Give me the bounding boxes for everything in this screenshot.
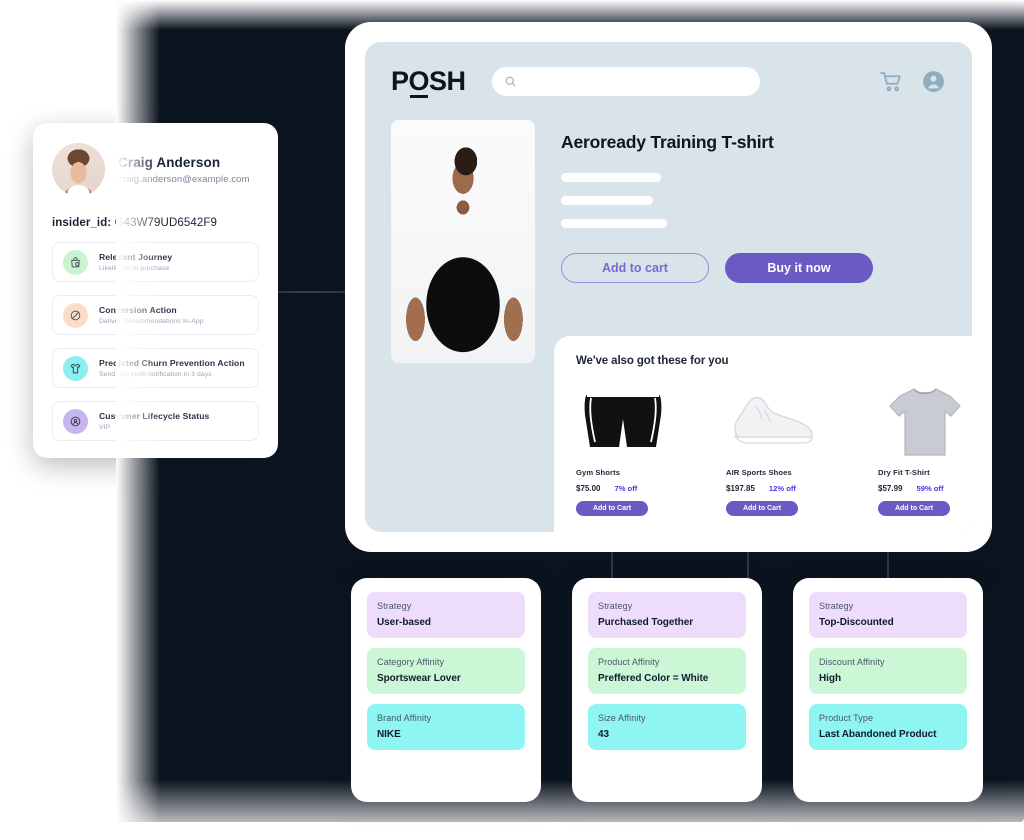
recommendation-heading: We've also got these for you: [576, 355, 729, 367]
strategy-block: Strategy Top-Discounted: [809, 592, 967, 638]
no-discount-icon: [63, 302, 88, 328]
user-target-icon: [63, 408, 88, 434]
gym-shorts-image: [576, 379, 670, 464]
strategy-block: Discount Affinity High: [809, 648, 967, 694]
strategy-block: Strategy Purchased Together: [588, 592, 746, 638]
logo-part-3: SH: [429, 65, 466, 96]
strategy-block: Product Affinity Preffered Color = White: [588, 648, 746, 694]
recommendation-add-to-cart-button[interactable]: Add to Cart: [576, 501, 648, 516]
cart-icon[interactable]: [879, 69, 904, 94]
account-icon[interactable]: [921, 69, 946, 94]
recommendation-add-to-cart-button[interactable]: Add to Cart: [726, 501, 798, 516]
recommendation-pricing: $197.85 12% off: [726, 484, 822, 493]
buy-it-now-button[interactable]: Buy it now: [725, 253, 873, 283]
strategy-block: Strategy User-based: [367, 592, 525, 638]
recommendation-panel: We've also got these for you Gym Shorts: [554, 336, 972, 532]
posh-logo[interactable]: POSH: [391, 65, 466, 98]
recommendation-name: AIR Sports Shoes: [726, 468, 792, 477]
add-to-cart-button[interactable]: Add to cart: [561, 253, 709, 283]
strategy-panel-top-discounted: Strategy Top-Discounted Discount Affinit…: [793, 578, 983, 802]
model-photo: [391, 120, 535, 363]
strategy-panel-user-based: Strategy User-based Category Affinity Sp…: [351, 578, 541, 802]
recommendation-discount: 7% off: [614, 484, 638, 493]
search-input[interactable]: [524, 75, 748, 87]
strategy-block-value: Sportswear Lover: [377, 673, 461, 684]
product-actions: Add to cart Buy it now: [561, 253, 946, 283]
backdrop-fade-left: [116, 0, 160, 822]
strategy-block-value: Last Abandoned Product: [819, 729, 937, 740]
strategy-block-label: Discount Affinity: [819, 657, 885, 667]
strategy-block-label: Product Affinity: [598, 657, 660, 667]
description-placeholder-line: [561, 196, 653, 205]
recommendation-name: Gym Shorts: [576, 468, 621, 477]
recommendation-discount: 12% off: [768, 484, 796, 493]
recommendation-item[interactable]: AIR Sports Shoes $197.85 12% off Add to …: [726, 379, 822, 516]
recommendation-list: Gym Shorts $75.00 7% off Add to Cart AIR…: [576, 379, 972, 516]
strategy-panel-purchased-together: Strategy Purchased Together Product Affi…: [572, 578, 762, 802]
strategy-block: Category Affinity Sportswear Lover: [367, 648, 525, 694]
recommendation-price: $75.00: [576, 484, 601, 493]
diagram-canvas: Craig Anderson craig.anderson@example.co…: [0, 0, 1024, 840]
description-placeholder-line: [561, 219, 667, 228]
description-placeholder-line: [561, 173, 661, 182]
strategy-block-value: High: [819, 673, 842, 684]
backdrop-fade-top: [116, 0, 1024, 30]
strategy-block-value: User-based: [377, 617, 431, 628]
recommendation-name: Dry Fit T-Shirt: [878, 468, 930, 477]
shop-header: POSH: [365, 42, 972, 120]
product-info: Aeroready Training T-shirt Add to cart B…: [561, 120, 946, 363]
recommendation-item[interactable]: Dry Fit T-Shirt $57.99 59% off Add to Ca…: [878, 379, 972, 516]
recommendation-price: $197.85: [726, 484, 755, 493]
shop-viewport: POSH Aeroready Training T-shirt Add to c…: [365, 42, 972, 532]
shop-browser-card: POSH Aeroready Training T-shirt Add to c…: [345, 22, 992, 552]
strategy-block-label: Size Affinity: [598, 713, 646, 723]
strategy-block-label: Strategy: [819, 601, 854, 611]
recommendation-item[interactable]: Gym Shorts $75.00 7% off Add to Cart: [576, 379, 670, 516]
dry-fit-tshirt-image: [878, 379, 972, 464]
strategy-block: Brand Affinity NIKE: [367, 704, 525, 750]
avatar: [52, 143, 105, 196]
insider-id-label: insider_id:: [52, 217, 112, 229]
recommendation-price: $57.99: [878, 484, 903, 493]
recommendation-pricing: $75.00 7% off: [576, 484, 670, 493]
recommendation-discount: 59% off: [916, 484, 944, 493]
search-bar[interactable]: [491, 66, 760, 96]
bag-icon: [63, 249, 88, 275]
product-image: [391, 120, 535, 363]
strategy-block-label: Product Type: [819, 713, 874, 723]
strategy-block-value: Top-Discounted: [819, 617, 894, 628]
header-icon-group: [879, 69, 946, 94]
search-icon: [504, 75, 517, 88]
strategy-block-label: Strategy: [377, 601, 412, 611]
sports-shoes-image: [726, 379, 822, 464]
backdrop-fade-bottom: [116, 780, 1024, 840]
product-title: Aeroready Training T-shirt: [561, 132, 774, 152]
strategy-block-value: Purchased Together: [598, 617, 694, 628]
recommendation-add-to-cart-button[interactable]: Add to Cart: [878, 501, 950, 516]
strategy-block-value: 43: [598, 729, 610, 740]
connector-profile-to-main: [278, 291, 346, 293]
strategy-block: Product Type Last Abandoned Product: [809, 704, 967, 750]
strategy-block-label: Brand Affinity: [377, 713, 432, 723]
product-detail-section: Aeroready Training T-shirt Add to cart B…: [365, 120, 972, 363]
strategy-block: Size Affinity 43: [588, 704, 746, 750]
recommendation-pricing: $57.99 59% off: [878, 484, 972, 493]
strategy-block-value: Preffered Color = White: [598, 673, 709, 684]
logo-part-1: P: [391, 65, 409, 96]
logo-part-2: O: [408, 65, 430, 98]
strategy-block-value: NIKE: [377, 729, 401, 740]
shirt-icon: [63, 355, 88, 381]
strategy-block-label: Category Affinity: [377, 657, 445, 667]
strategy-block-label: Strategy: [598, 601, 633, 611]
